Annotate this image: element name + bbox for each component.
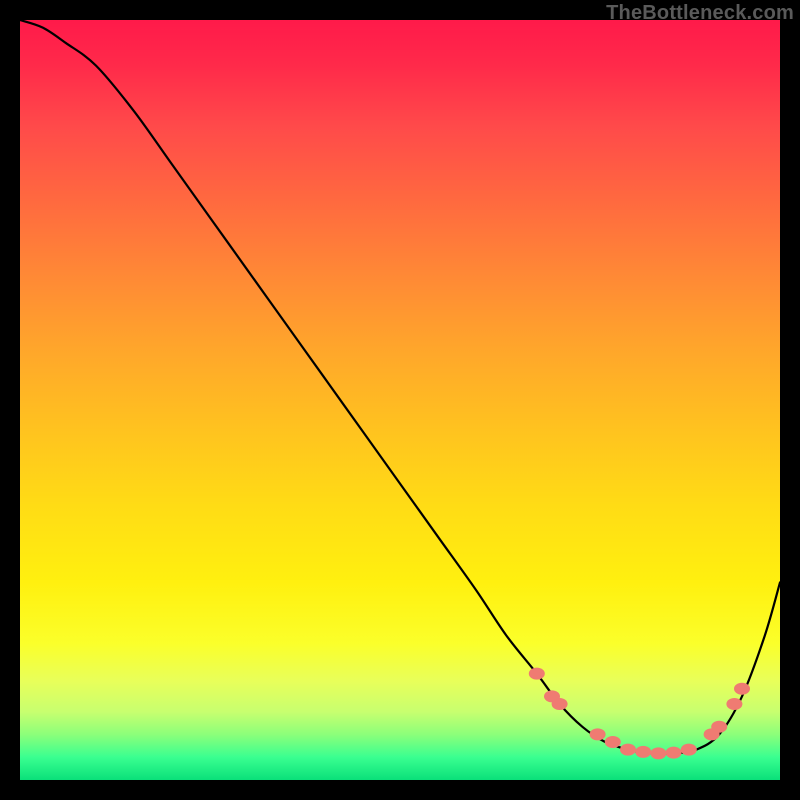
curve-marker	[590, 728, 606, 740]
curve-marker	[734, 683, 750, 695]
curve-layer	[20, 20, 780, 780]
curve-marker	[681, 744, 697, 756]
curve-marker	[620, 744, 636, 756]
bottleneck-curve	[20, 20, 780, 754]
curve-markers	[529, 668, 750, 760]
plot-area	[20, 20, 780, 780]
curve-marker	[726, 698, 742, 710]
curve-marker	[605, 736, 621, 748]
curve-marker	[529, 668, 545, 680]
curve-marker	[666, 747, 682, 759]
curve-marker	[711, 721, 727, 733]
curve-marker	[552, 698, 568, 710]
chart-frame: TheBottleneck.com	[0, 0, 800, 800]
curve-marker	[635, 746, 651, 758]
curve-marker	[650, 747, 666, 759]
